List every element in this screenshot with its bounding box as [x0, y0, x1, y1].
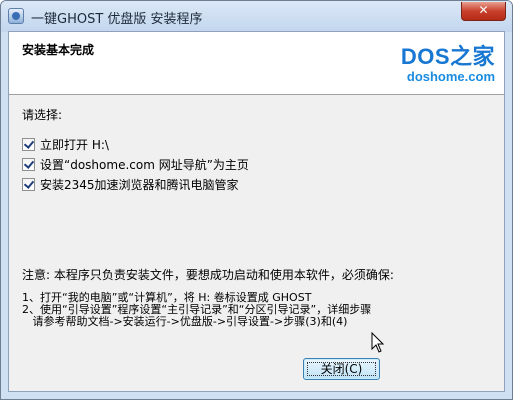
window-close-button[interactable]: ✕: [461, 2, 506, 21]
checkbox-open-drive[interactable]: [22, 137, 35, 151]
instruction-line-3: 请参考帮助文档->安装运行->优盘版->引导设置->步骤(3)和(4): [22, 315, 348, 328]
installer-window: 一键GHOST 优盘版 安装程序 ✕ 安装基本完成 DOS之家 doshome.…: [0, 0, 513, 400]
page-title: 安装基本完成: [22, 43, 95, 57]
option-open-drive-label: 立即打开 H:\: [40, 137, 109, 152]
app-icon: [8, 8, 24, 24]
option-install-extras[interactable]: 安装2345加速浏览器和腾讯电脑管家: [22, 176, 239, 192]
logo-sub-text: doshome.com: [406, 69, 495, 84]
prompt-label: 请选择:: [22, 108, 63, 122]
checkbox-set-homepage[interactable]: [22, 157, 35, 171]
notice-text: 注意: 本程序只负责安装文件，要想成功启动和使用本软件，必须确保:: [22, 268, 394, 282]
dialog-content: 安装基本完成 DOS之家 doshome.com 请选择: 立即打开 H:\ 设…: [8, 31, 505, 392]
window-title: 一键GHOST 优盘版 安装程序: [31, 12, 203, 27]
option-install-extras-label: 安装2345加速浏览器和腾讯电脑管家: [40, 177, 239, 192]
close-button[interactable]: 关闭(C): [303, 358, 380, 380]
option-set-homepage[interactable]: 设置“doshome.com 网址导航”为主页: [22, 156, 249, 172]
focus-rectangle: [307, 362, 376, 376]
logo-main-text: DOS之家: [400, 44, 495, 69]
option-open-drive[interactable]: 立即打开 H:\: [22, 136, 109, 152]
mouse-cursor-icon: [371, 332, 385, 353]
title-bar[interactable]: 一键GHOST 优盘版 安装程序 ✕: [1, 1, 512, 32]
header-panel: 安装基本完成 DOS之家 doshome.com: [9, 32, 504, 95]
doshome-logo: DOS之家 doshome.com: [385, 39, 495, 87]
option-set-homepage-label: 设置“doshome.com 网址导航”为主页: [40, 157, 249, 172]
checkbox-install-extras[interactable]: [22, 177, 35, 191]
